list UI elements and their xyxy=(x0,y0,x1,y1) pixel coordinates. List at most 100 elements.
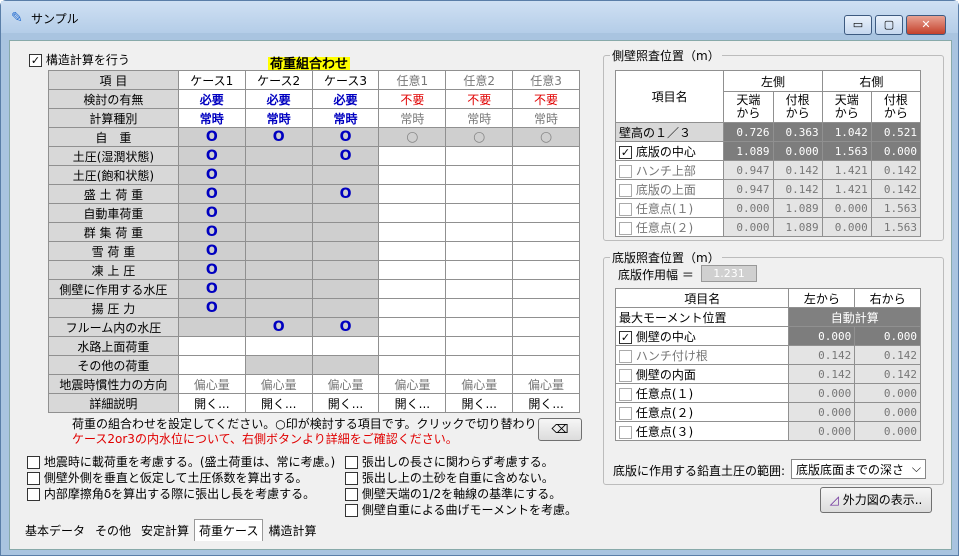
load-cell[interactable] xyxy=(512,336,580,356)
load-cell[interactable] xyxy=(378,222,447,242)
load-cell[interactable]: O xyxy=(244,317,313,337)
load-cell[interactable] xyxy=(445,165,514,185)
tab-stability[interactable]: 安定計算 xyxy=(136,519,194,542)
value-cell[interactable]: 0.142 xyxy=(854,345,921,365)
load-cell[interactable] xyxy=(512,279,580,299)
load-cell[interactable] xyxy=(244,279,313,299)
value-cell[interactable]: 0.142 xyxy=(870,160,922,180)
load-cell[interactable] xyxy=(512,298,580,318)
load-cell[interactable]: 不要 xyxy=(512,89,580,109)
load-cell[interactable]: O xyxy=(177,146,246,166)
value-cell[interactable]: 0.142 xyxy=(870,179,922,199)
value-cell[interactable]: 1.089 xyxy=(723,141,774,161)
load-cell[interactable]: 必要 xyxy=(244,89,313,109)
load-cell[interactable] xyxy=(311,203,380,223)
load-cell[interactable] xyxy=(378,184,447,204)
load-cell[interactable]: 偏心量 xyxy=(445,374,514,394)
load-cell[interactable]: O xyxy=(177,127,246,147)
side-row-label[interactable]: ✓ 底版の中心 xyxy=(614,141,725,161)
value-cell[interactable]: 0.726 xyxy=(723,122,774,142)
slab-row-label[interactable]: 側壁の内面 xyxy=(614,364,790,384)
load-cell[interactable]: 開く... xyxy=(244,393,313,413)
load-cell[interactable] xyxy=(244,165,313,185)
load-cell[interactable] xyxy=(378,355,447,375)
value-cell[interactable]: 0.000 xyxy=(772,141,823,161)
row-checkbox[interactable] xyxy=(619,221,632,235)
load-cell[interactable] xyxy=(512,355,580,375)
value-cell[interactable]: 0.142 xyxy=(772,179,823,199)
load-cell[interactable]: O xyxy=(177,279,246,299)
row-checkbox[interactable] xyxy=(619,349,632,363)
value-cell[interactable]: 1.563 xyxy=(870,217,922,237)
option-row[interactable]: 内部摩擦角δを算出する際に張出し長を考慮する。 xyxy=(27,485,335,501)
row-checkbox[interactable] xyxy=(619,183,632,197)
load-cell[interactable] xyxy=(244,146,313,166)
value-cell[interactable]: 0.142 xyxy=(788,364,856,384)
option-checkbox[interactable] xyxy=(27,456,40,469)
checkbox-box[interactable]: ✓ xyxy=(29,54,42,67)
side-row-label[interactable]: ハンチ上部 xyxy=(614,160,725,180)
option-checkbox[interactable] xyxy=(27,488,40,501)
option-row[interactable]: 張出しの長さに関わらず考慮する。 xyxy=(345,453,577,469)
load-cell[interactable] xyxy=(244,203,313,223)
load-cell[interactable]: ○ xyxy=(512,127,580,147)
load-cell[interactable] xyxy=(244,355,313,375)
value-cell[interactable]: 0.000 xyxy=(723,198,774,218)
load-cell[interactable] xyxy=(378,241,447,261)
load-cell[interactable] xyxy=(445,355,514,375)
row-checkbox[interactable]: ✓ xyxy=(619,145,632,159)
load-cell[interactable] xyxy=(311,165,380,185)
load-cell[interactable]: ○ xyxy=(445,127,514,147)
tab-basic-data[interactable]: 基本データ xyxy=(20,519,90,542)
load-cell[interactable]: 不要 xyxy=(445,89,514,109)
option-checkbox[interactable] xyxy=(345,488,358,501)
load-cell[interactable] xyxy=(445,222,514,242)
load-cell[interactable] xyxy=(445,336,514,356)
value-cell[interactable]: 0.000 xyxy=(788,421,856,441)
load-cell[interactable]: 偏心量 xyxy=(311,374,380,394)
load-cell[interactable] xyxy=(512,146,580,166)
side-row-label[interactable]: 壁高の１／３ xyxy=(614,122,725,142)
load-cell[interactable] xyxy=(445,146,514,166)
row-checkbox[interactable] xyxy=(619,406,632,420)
value-cell[interactable]: 0.142 xyxy=(772,160,823,180)
load-cell[interactable]: O xyxy=(311,127,380,147)
value-cell[interactable]: 0.142 xyxy=(788,345,856,365)
load-cell[interactable] xyxy=(378,260,447,280)
load-cell[interactable] xyxy=(244,260,313,280)
range-select[interactable]: 底版底面までの深さ ⌵ xyxy=(791,459,926,479)
load-cell[interactable]: 偏心量 xyxy=(177,374,246,394)
tab-structural[interactable]: 構造計算 xyxy=(263,519,321,542)
load-cell[interactable] xyxy=(244,222,313,242)
value-cell[interactable]: 1.421 xyxy=(821,160,872,180)
load-cell[interactable] xyxy=(445,298,514,318)
value-cell[interactable]: 0.000 xyxy=(723,217,774,237)
row-checkbox[interactable] xyxy=(619,202,632,216)
load-cell[interactable] xyxy=(311,260,380,280)
load-cell[interactable]: 開く... xyxy=(445,393,514,413)
load-cell[interactable] xyxy=(512,184,580,204)
load-cell[interactable] xyxy=(378,279,447,299)
tab-other[interactable]: その他 xyxy=(90,519,136,542)
load-cell[interactable] xyxy=(512,317,580,337)
load-cell[interactable] xyxy=(445,203,514,223)
slab-row-label[interactable]: 任意点(２) xyxy=(614,402,790,422)
load-cell[interactable] xyxy=(311,222,380,242)
load-cell[interactable] xyxy=(177,355,246,375)
load-cell[interactable] xyxy=(311,298,380,318)
load-cell[interactable] xyxy=(311,279,380,299)
value-cell[interactable]: 0.000 xyxy=(788,402,856,422)
load-cell[interactable]: 偏心量 xyxy=(244,374,313,394)
value-cell[interactable]: 0.000 xyxy=(854,402,921,422)
load-cell[interactable]: 常時 xyxy=(445,108,514,128)
load-cell[interactable]: O xyxy=(177,260,246,280)
load-cell[interactable]: O xyxy=(177,298,246,318)
load-cell[interactable]: O xyxy=(311,184,380,204)
value-cell[interactable]: 1.421 xyxy=(821,179,872,199)
structural-calc-checkbox[interactable]: ✓ 構造計算を行う xyxy=(29,51,130,68)
row-checkbox[interactable] xyxy=(619,164,632,178)
option-row[interactable]: 側壁天端の1/2を軸線の基準にする。 xyxy=(345,485,577,501)
maximize-button[interactable]: ▢ xyxy=(875,15,903,35)
load-cell[interactable] xyxy=(445,260,514,280)
load-cell[interactable]: 開く... xyxy=(512,393,580,413)
